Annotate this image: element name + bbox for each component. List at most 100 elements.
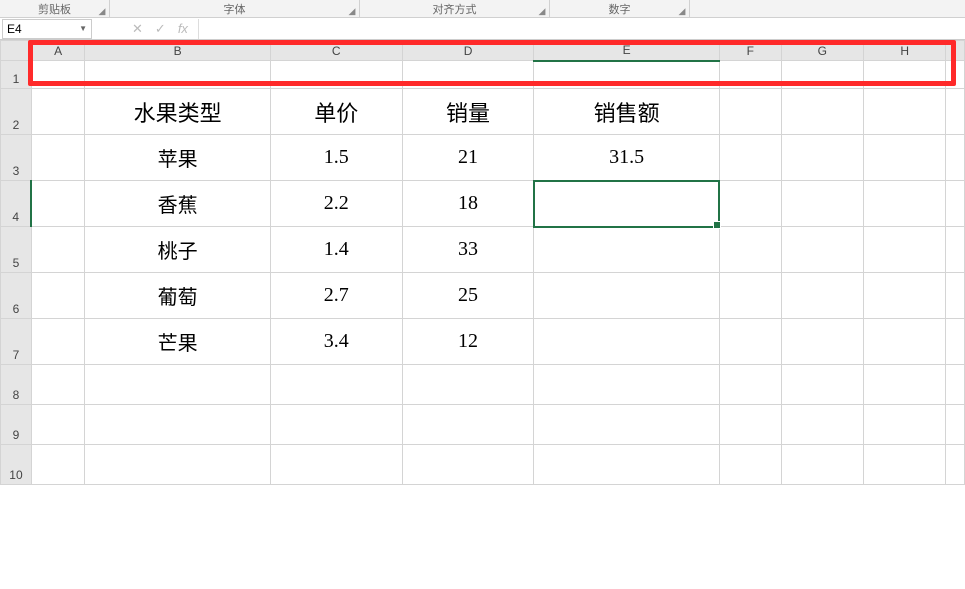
cell[interactable]: 3.4 xyxy=(270,319,402,365)
cell[interactable]: 销售额 xyxy=(534,89,719,135)
cell[interactable]: 25 xyxy=(402,273,534,319)
row-header-10[interactable]: 10 xyxy=(1,445,32,485)
cell[interactable] xyxy=(402,405,534,445)
cell[interactable] xyxy=(31,445,85,485)
name-box[interactable]: E4 ▼ xyxy=(2,19,92,39)
cell[interactable]: 1.4 xyxy=(270,227,402,273)
cell[interactable]: 2.7 xyxy=(270,273,402,319)
cell[interactable] xyxy=(946,135,965,181)
cell[interactable] xyxy=(864,135,946,181)
cell[interactable] xyxy=(781,319,863,365)
cell[interactable]: 单价 xyxy=(270,89,402,135)
dialog-launcher-icon[interactable]: ◢ xyxy=(347,6,357,16)
cell[interactable]: 12 xyxy=(402,319,534,365)
formula-bar-input[interactable] xyxy=(198,19,965,39)
cell[interactable] xyxy=(946,181,965,227)
cell[interactable] xyxy=(864,319,946,365)
cell[interactable] xyxy=(534,61,719,89)
cell[interactable]: 香蕉 xyxy=(85,181,270,227)
row-header-4[interactable]: 4 xyxy=(1,181,32,227)
cell[interactable] xyxy=(534,445,719,485)
cell[interactable] xyxy=(719,365,781,405)
cell[interactable]: 苹果 xyxy=(85,135,270,181)
spreadsheet-grid[interactable]: A B C D E F G H I 1 2 水果类型 单价 销量 销售额 xyxy=(0,40,965,589)
cell[interactable] xyxy=(270,61,402,89)
cell[interactable]: 2.2 xyxy=(270,181,402,227)
cell[interactable] xyxy=(946,445,965,485)
cell[interactable]: 33 xyxy=(402,227,534,273)
cell[interactable] xyxy=(946,365,965,405)
fx-icon[interactable]: fx xyxy=(178,21,188,36)
cell[interactable] xyxy=(402,445,534,485)
column-header-B[interactable]: B xyxy=(85,41,270,61)
cell[interactable] xyxy=(864,181,946,227)
cell[interactable] xyxy=(31,365,85,405)
cell[interactable] xyxy=(31,319,85,365)
column-header-H[interactable]: H xyxy=(864,41,946,61)
cell[interactable] xyxy=(781,405,863,445)
cell-active[interactable] xyxy=(534,181,719,227)
cell[interactable] xyxy=(946,227,965,273)
row-header-7[interactable]: 7 xyxy=(1,319,32,365)
cell[interactable]: 桃子 xyxy=(85,227,270,273)
column-header-E[interactable]: E xyxy=(534,41,719,61)
cell[interactable] xyxy=(31,135,85,181)
select-all-corner[interactable] xyxy=(1,41,32,61)
cell[interactable]: 销量 xyxy=(402,89,534,135)
dialog-launcher-icon[interactable]: ◢ xyxy=(537,6,547,16)
column-header-I[interactable]: I xyxy=(946,41,965,61)
cell[interactable] xyxy=(719,273,781,319)
chevron-down-icon[interactable]: ▼ xyxy=(79,24,87,33)
row-header-6[interactable]: 6 xyxy=(1,273,32,319)
dialog-launcher-icon[interactable]: ◢ xyxy=(677,6,687,16)
cell[interactable] xyxy=(864,61,946,89)
cell[interactable]: 水果类型 xyxy=(85,89,270,135)
cell[interactable]: 1.5 xyxy=(270,135,402,181)
cell[interactable] xyxy=(534,319,719,365)
cell[interactable] xyxy=(402,61,534,89)
row-header-5[interactable]: 5 xyxy=(1,227,32,273)
cell[interactable] xyxy=(781,181,863,227)
cell[interactable] xyxy=(31,405,85,445)
cell[interactable] xyxy=(719,135,781,181)
cell[interactable] xyxy=(864,227,946,273)
cell[interactable] xyxy=(864,405,946,445)
cell[interactable] xyxy=(31,61,85,89)
cell[interactable] xyxy=(719,319,781,365)
cell[interactable] xyxy=(270,405,402,445)
cell[interactable] xyxy=(946,405,965,445)
cell[interactable] xyxy=(31,273,85,319)
cell[interactable] xyxy=(534,227,719,273)
cell[interactable] xyxy=(781,445,863,485)
cell[interactable] xyxy=(946,319,965,365)
cell[interactable] xyxy=(85,61,270,89)
column-header-C[interactable]: C xyxy=(270,41,402,61)
cell[interactable] xyxy=(719,405,781,445)
cancel-icon[interactable]: ✕ xyxy=(132,21,143,37)
column-header-G[interactable]: G xyxy=(781,41,863,61)
cell[interactable]: 21 xyxy=(402,135,534,181)
row-header-3[interactable]: 3 xyxy=(1,135,32,181)
cell[interactable] xyxy=(402,365,534,405)
cell[interactable] xyxy=(85,365,270,405)
cell[interactable] xyxy=(534,365,719,405)
cell[interactable] xyxy=(781,135,863,181)
cell[interactable] xyxy=(864,365,946,405)
cell[interactable] xyxy=(534,405,719,445)
column-header-F[interactable]: F xyxy=(719,41,781,61)
cell[interactable] xyxy=(781,273,863,319)
cell[interactable] xyxy=(864,89,946,135)
cell[interactable] xyxy=(781,61,863,89)
cell[interactable] xyxy=(31,227,85,273)
cell[interactable] xyxy=(719,181,781,227)
cell[interactable] xyxy=(946,89,965,135)
column-header-A[interactable]: A xyxy=(31,41,85,61)
cell[interactable] xyxy=(946,273,965,319)
cell[interactable]: 芒果 xyxy=(85,319,270,365)
cell[interactable] xyxy=(781,89,863,135)
cell[interactable] xyxy=(270,365,402,405)
cell[interactable] xyxy=(31,181,85,227)
cell[interactable] xyxy=(719,61,781,89)
dialog-launcher-icon[interactable]: ◢ xyxy=(97,6,107,16)
row-header-2[interactable]: 2 xyxy=(1,89,32,135)
